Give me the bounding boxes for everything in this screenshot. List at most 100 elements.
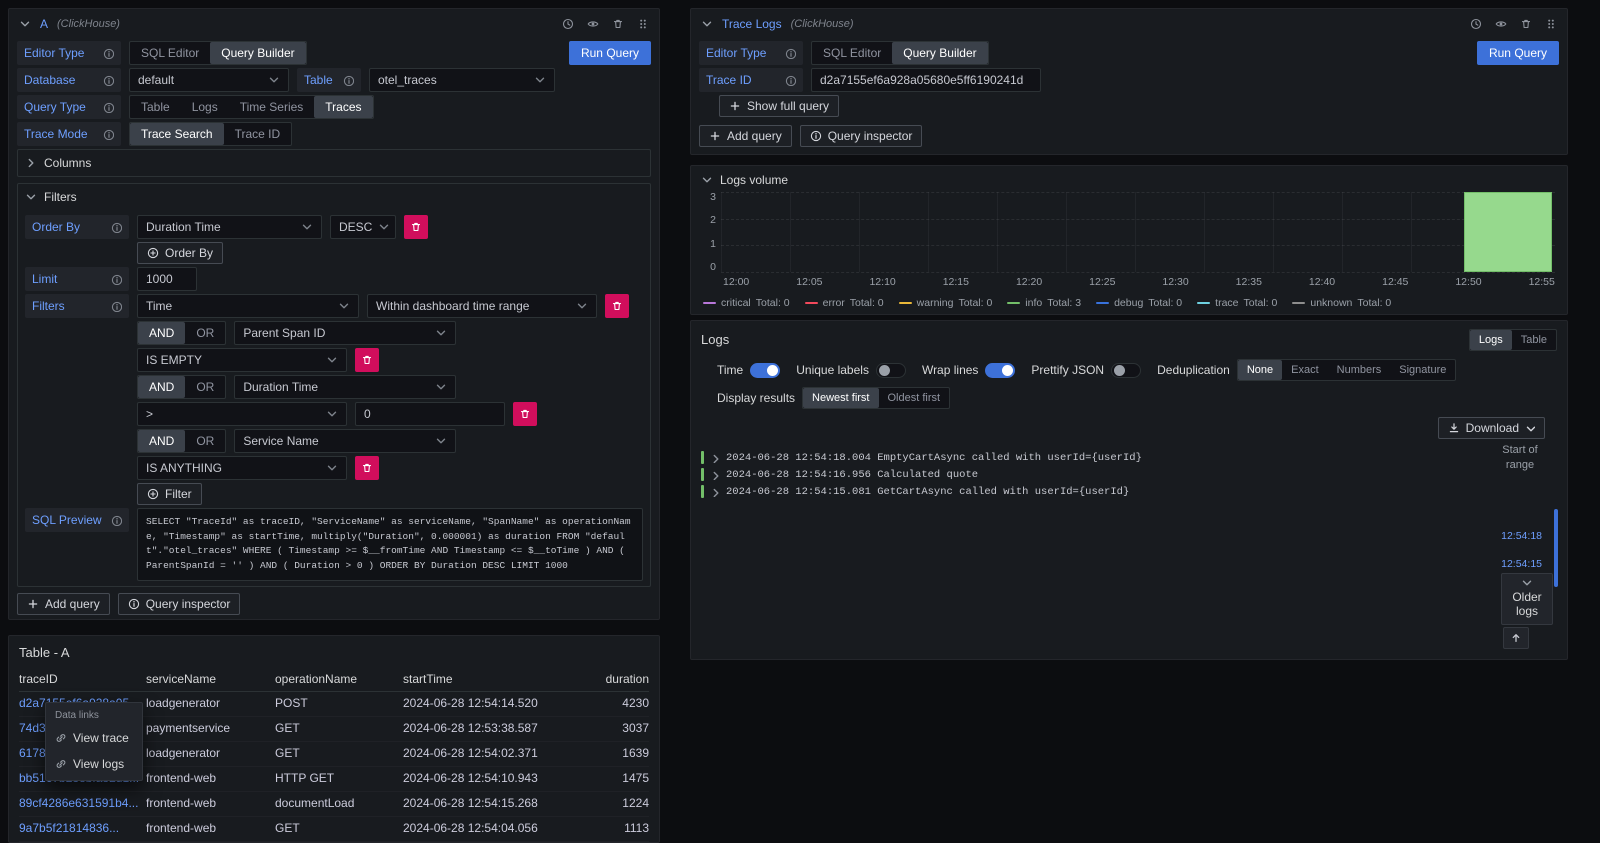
log-line[interactable]: 2024-06-28 12:54:16.956 Calculated quote [701,466,1567,483]
run-query-button[interactable]: Run Query [1477,41,1559,65]
older-logs-button[interactable]: Older logs [1501,573,1553,625]
add-filter-button[interactable]: Filter [137,483,202,505]
remove-filter-time-button[interactable] [605,294,629,318]
query-builder-option[interactable]: Query Builder [210,42,305,64]
legend-item-debug[interactable]: debug Total: 0 [1096,296,1182,310]
time-toggle[interactable] [750,363,780,378]
col-header-traceid[interactable]: traceID [19,671,146,687]
logs-volume-toggle[interactable]: Logs volume [691,166,1567,188]
info-volume-bar[interactable] [1464,192,1552,272]
table-select[interactable]: otel_traces [369,68,555,92]
trace-mode-id[interactable]: Trace ID [224,123,292,145]
query-type-traces[interactable]: Traces [314,96,372,118]
filter-duration-op-select[interactable]: > [137,402,347,426]
or-option[interactable]: OR [185,376,225,398]
wrap-lines-toggle[interactable] [985,363,1015,378]
expand-chevron-icon[interactable] [710,453,720,463]
collapse-chevron-icon[interactable] [19,18,31,30]
columns-section-toggle[interactable]: Columns [18,150,650,176]
legend-item-unknown[interactable]: unknown Total: 0 [1292,296,1391,310]
remove-filter-duration-button[interactable] [513,402,537,426]
filter-service-op-select[interactable]: IS ANYTHING [137,456,347,480]
filter-time-op-select[interactable]: Within dashboard time range [367,294,597,318]
trace-id-link[interactable]: 89cf4286e631591b4... [19,795,146,811]
expand-chevron-icon[interactable] [710,487,720,497]
add-query-button[interactable]: Add query [17,593,110,615]
add-query-button[interactable]: Add query [699,125,792,147]
oldest-first-option[interactable]: Oldest first [879,388,950,408]
collapse-chevron-icon[interactable] [701,18,713,30]
prettify-json-toggle[interactable] [1111,363,1141,378]
log-minimap-scrollbar[interactable] [1554,509,1558,587]
info-icon[interactable] [103,48,114,59]
info-icon[interactable] [111,222,122,233]
newest-first-option[interactable]: Newest first [803,388,878,408]
sql-editor-option[interactable]: SQL Editor [130,42,210,64]
view-mode-table[interactable]: Table [1512,330,1556,350]
query-type-logs[interactable]: Logs [181,96,229,118]
sql-editor-option[interactable]: SQL Editor [812,42,892,64]
and-option[interactable]: AND [138,376,185,398]
legend-item-info[interactable]: info Total: 3 [1007,296,1081,310]
log-line[interactable]: 2024-06-28 12:54:15.081 GetCartAsync cal… [701,483,1567,500]
info-icon[interactable] [111,515,122,526]
query-inspector-button[interactable]: Query inspector [118,593,241,615]
filter-time-field-select[interactable]: Time [137,294,359,318]
or-option[interactable]: OR [185,430,225,452]
drag-handle-icon[interactable] [1545,18,1557,30]
delete-query-icon[interactable] [1520,18,1532,30]
legend-item-trace[interactable]: trace Total: 0 [1197,296,1277,310]
info-icon[interactable] [343,75,354,86]
order-by-field-select[interactable]: Duration Time [137,215,322,239]
log-line[interactable]: 2024-06-28 12:54:18.004 EmptyCartAsync c… [701,449,1567,466]
database-select[interactable]: default [129,68,289,92]
remove-filter-service-button[interactable] [355,456,379,480]
and-option[interactable]: AND [138,322,185,344]
filter-parent-span-op-select[interactable]: IS EMPTY [137,348,347,372]
expand-chevron-icon[interactable] [710,470,720,480]
view-trace-menu-item[interactable]: View trace [46,725,142,751]
col-header-starttime[interactable]: startTime [403,671,571,687]
unique-labels-toggle[interactable] [876,363,906,378]
query-history-icon[interactable] [562,18,574,30]
info-icon[interactable] [785,48,796,59]
view-mode-logs[interactable]: Logs [1470,330,1512,350]
view-logs-menu-item[interactable]: View logs [46,751,142,777]
trace-id-input[interactable]: d2a7155ef6a928a05680e5ff6190241d [811,68,1041,92]
query-inspector-button[interactable]: Query inspector [800,125,923,147]
info-icon[interactable] [103,129,114,140]
filter-duration-field-select[interactable]: Duration Time [234,375,456,399]
remove-filter-parent-span-button[interactable] [355,348,379,372]
drag-handle-icon[interactable] [637,18,649,30]
legend-item-warning[interactable]: warning Total: 0 [899,296,993,310]
range-timestamp[interactable]: 12:54:15 [1501,557,1542,571]
or-option[interactable]: OR [185,322,225,344]
download-button[interactable]: Download [1438,417,1545,439]
trace-id-link[interactable]: 9a7b5f21814836... [19,820,146,836]
hide-query-eye-icon[interactable] [1495,18,1507,30]
limit-input[interactable]: 1000 [137,267,197,291]
delete-query-icon[interactable] [612,18,624,30]
info-icon[interactable] [103,102,114,113]
scroll-to-top-button[interactable] [1503,627,1529,649]
dedup-signature[interactable]: Signature [1390,360,1455,380]
info-icon[interactable] [103,75,114,86]
hide-query-eye-icon[interactable] [587,18,599,30]
col-header-operationname[interactable]: operationName [275,671,403,687]
legend-item-error[interactable]: error Total: 0 [805,296,884,310]
show-full-query-button[interactable]: Show full query [719,95,839,117]
info-icon[interactable] [785,75,796,86]
dedup-exact[interactable]: Exact [1282,360,1328,380]
trace-mode-search[interactable]: Trace Search [130,123,224,145]
legend-item-critical[interactable]: critical Total: 0 [703,296,790,310]
filter-duration-value-input[interactable]: 0 [355,402,505,426]
and-option[interactable]: AND [138,430,185,452]
filter-parent-span-field-select[interactable]: Parent Span ID [234,321,456,345]
dedup-none[interactable]: None [1238,360,1282,380]
filters-section-toggle[interactable]: Filters [18,184,650,210]
add-order-by-button[interactable]: Order By [137,242,223,264]
run-query-button[interactable]: Run Query [569,41,651,65]
order-by-direction-select[interactable]: DESC [330,215,396,239]
col-header-duration[interactable]: duration [571,671,649,687]
range-timestamp[interactable]: 12:54:18 [1501,529,1542,543]
